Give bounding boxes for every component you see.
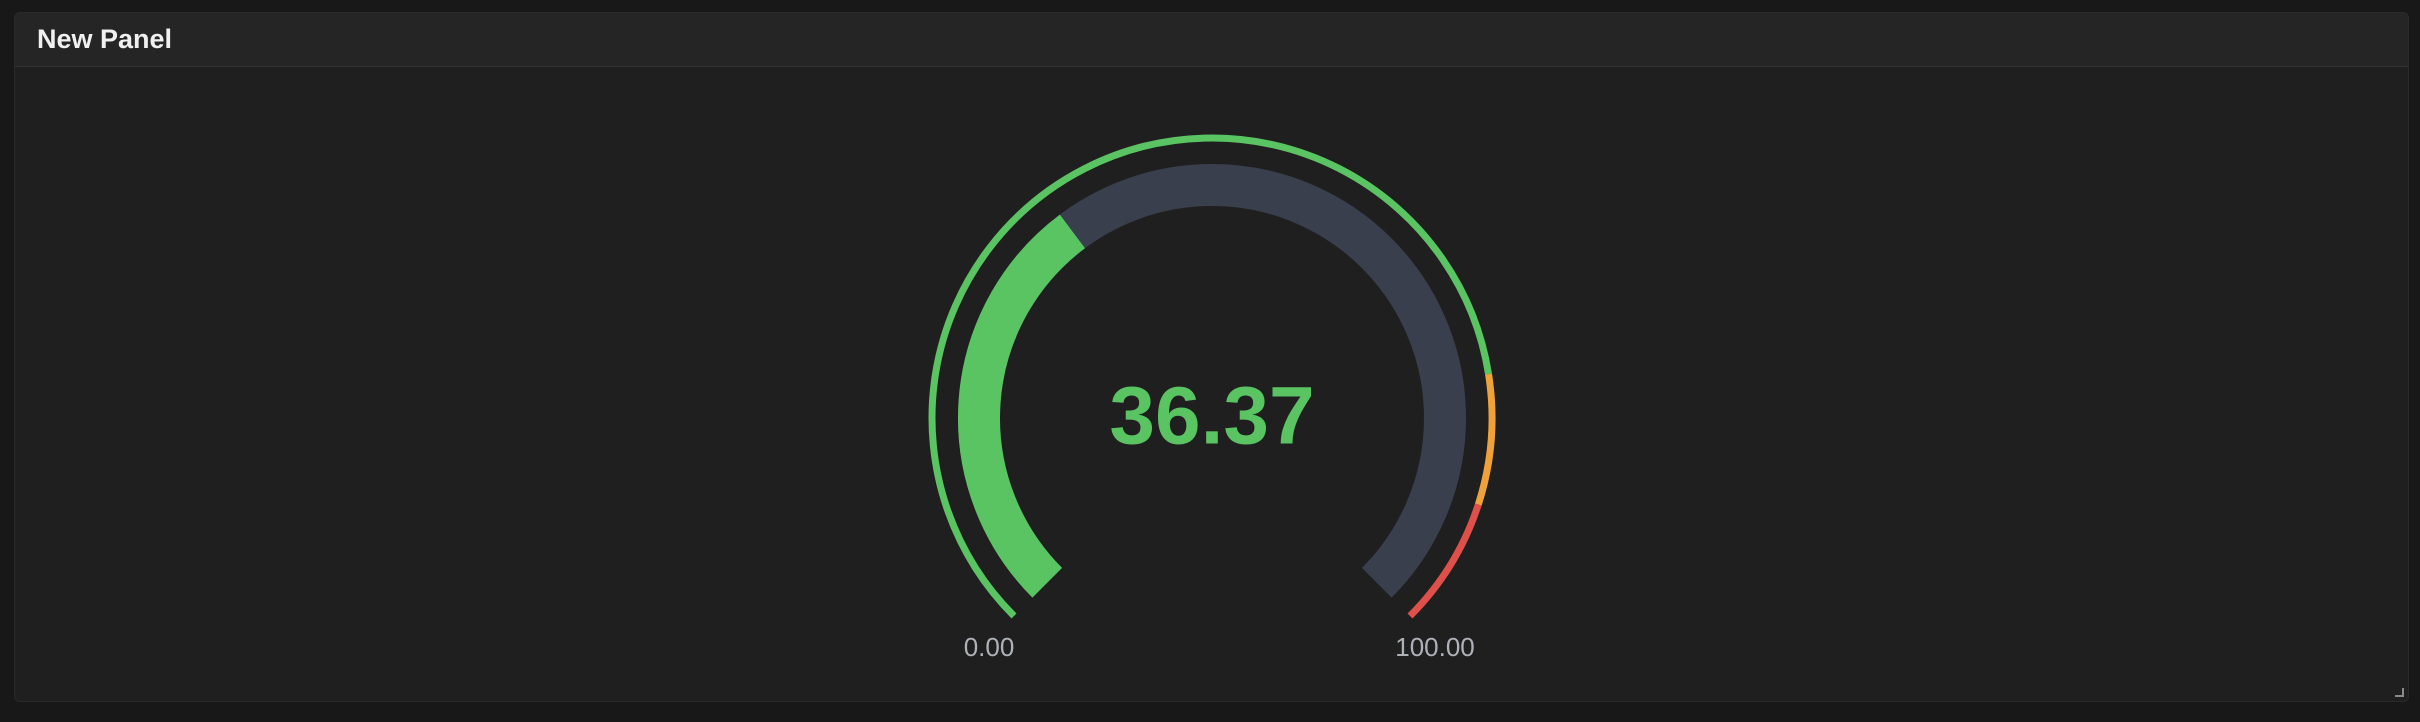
gauge-value-arc <box>958 214 1086 598</box>
gauge-max-label: 100.00 <box>1395 632 1475 662</box>
threshold-segment-1 <box>1474 373 1496 506</box>
gauge-min-label: 0.00 <box>964 632 1015 662</box>
resize-handle-icon[interactable] <box>2392 685 2404 697</box>
gauge-chart: 36.37 0.00 100.00 <box>928 134 1496 662</box>
gauge-value: 36.37 <box>1109 371 1314 462</box>
gauge-panel: New Panel 36.37 0.00 100.00 <box>14 12 2409 702</box>
